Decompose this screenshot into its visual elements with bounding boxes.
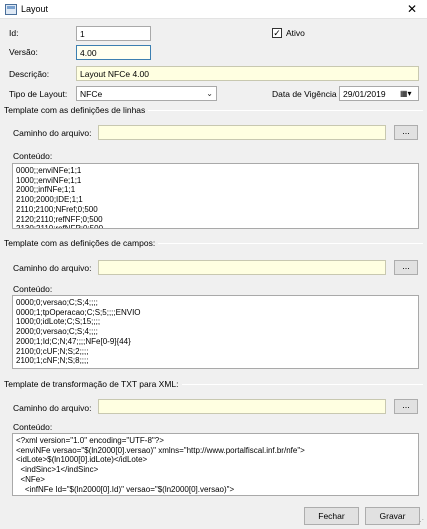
campos-content-textarea[interactable]: 0000;0;versao;C;S;4;;;; 0000;1;tpOperaca…: [12, 295, 419, 369]
ativo-checkbox[interactable]: ✓: [272, 28, 282, 38]
campos-browse-button[interactable]: ...: [394, 260, 418, 275]
group-campos-title: Template com as definições de campos:: [4, 238, 159, 248]
descricao-label: Descrição:: [9, 69, 50, 79]
title-bar: [0, 0, 427, 19]
linhas-content-textarea[interactable]: 0000;;enviNFe;1;1 1000;;enviNFe;1;1 2000…: [12, 163, 419, 229]
descricao-field[interactable]: Layout NFCe 4.00: [76, 66, 419, 81]
vigencia-date-picker[interactable]: 29/01/2019 ▦▾: [339, 86, 419, 101]
calendar-icon[interactable]: ▦▾: [400, 89, 416, 99]
xml-content-label: Conteúdo:: [13, 422, 53, 432]
layout-window-icon: [5, 4, 17, 15]
tipo-layout-select[interactable]: NFCe ⌄: [76, 86, 217, 101]
window-title: Layout: [21, 4, 49, 14]
xml-content-textarea[interactable]: <?xml version="1.0" encoding="UTF-8"?> <…: [12, 433, 419, 496]
campos-content-label: Conteúdo:: [13, 284, 53, 294]
campos-path-label: Caminho do arquivo:: [13, 263, 92, 273]
chevron-down-icon: ⌄: [206, 89, 213, 98]
campos-path-field[interactable]: [98, 260, 386, 275]
linhas-browse-button[interactable]: ...: [394, 125, 418, 140]
linhas-path-field[interactable]: [98, 125, 386, 140]
linhas-path-label: Caminho do arquivo:: [13, 128, 92, 138]
id-field[interactable]: 1: [76, 26, 151, 41]
group-xml-title: Template de transformação de TXT para XM…: [4, 379, 182, 389]
xml-path-field[interactable]: [98, 399, 386, 414]
vigencia-label: Data de Vigência: [272, 89, 337, 99]
versao-label: Versão:: [9, 47, 38, 57]
close-button[interactable]: Fechar: [304, 507, 359, 525]
linhas-content-label: Conteúdo:: [13, 151, 53, 161]
vigencia-value: 29/01/2019: [343, 89, 386, 99]
group-linhas-title: Template com as definições de linhas: [4, 105, 149, 115]
id-label: Id:: [9, 28, 19, 38]
xml-browse-button[interactable]: ...: [394, 399, 418, 414]
xml-path-label: Caminho do arquivo:: [13, 403, 92, 413]
save-button[interactable]: Gravar: [365, 507, 420, 525]
close-icon[interactable]: ✕: [403, 1, 421, 17]
tipo-layout-label: Tipo de Layout:: [9, 89, 68, 99]
versao-field[interactable]: 4.00: [76, 45, 151, 60]
tipo-layout-value: NFCe: [80, 89, 103, 99]
resize-grip-icon[interactable]: ⋰: [417, 519, 425, 527]
ativo-label: Ativo: [286, 28, 305, 38]
